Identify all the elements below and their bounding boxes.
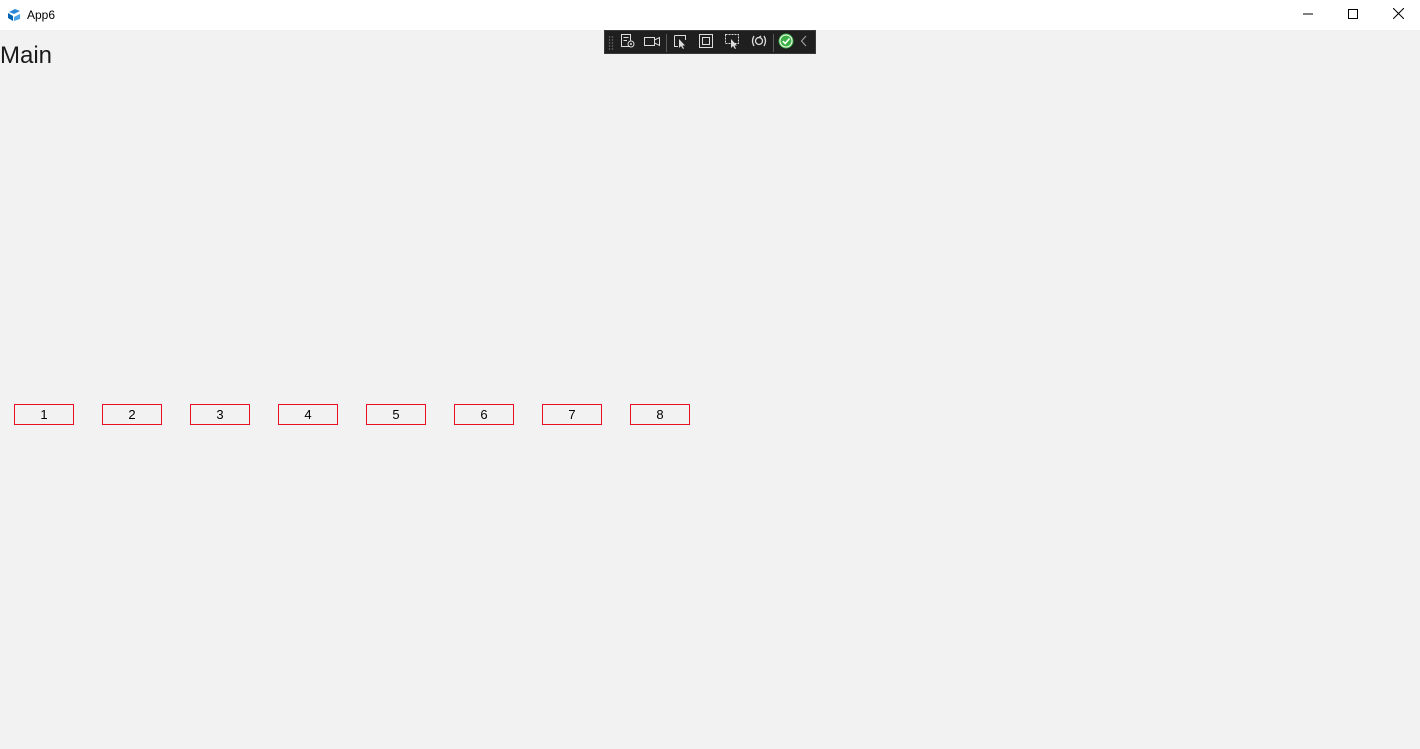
debug-toolbar [604,30,816,54]
button-8[interactable]: 8 [630,404,690,425]
toolbar-separator [666,34,667,52]
close-button[interactable] [1375,0,1420,30]
maximize-button[interactable] [1330,0,1376,30]
window-title: App6 [27,8,56,22]
binding-status-ok-icon [778,33,794,54]
page-title: Main [0,42,53,69]
title-bar: App6 [0,0,1420,30]
collapse-toolbar-button[interactable] [796,32,812,54]
drag-grip-icon[interactable] [608,35,614,51]
toolbar-separator [773,34,774,52]
track-focus-button[interactable] [721,32,743,54]
record-button[interactable] [641,32,663,54]
maximize-icon [1348,6,1358,24]
select-element-button[interactable] [669,32,691,54]
minimize-icon [1303,6,1313,24]
record-icon [643,34,661,53]
minimize-button[interactable] [1285,0,1331,30]
collapse-chevron-icon [800,34,808,52]
hot-reload-button[interactable] [748,32,770,54]
hot-reload-icon [750,33,768,54]
button-4[interactable]: 4 [278,404,338,425]
button-6[interactable]: 6 [454,404,514,425]
button-3[interactable]: 3 [190,404,250,425]
live-visual-tree-button[interactable] [617,32,639,54]
display-layout-adorners-icon [698,33,714,54]
button-5[interactable]: 5 [366,404,426,425]
track-focus-icon [724,33,740,54]
button-7[interactable]: 7 [542,404,602,425]
select-element-icon [672,33,688,54]
close-icon [1392,6,1404,24]
app-logo-icon [6,7,22,23]
button-1[interactable]: 1 [14,404,74,425]
display-layout-adorners-button[interactable] [695,32,717,54]
live-visual-tree-icon [620,33,636,54]
button-2[interactable]: 2 [102,404,162,425]
binding-status-button[interactable] [775,32,797,54]
